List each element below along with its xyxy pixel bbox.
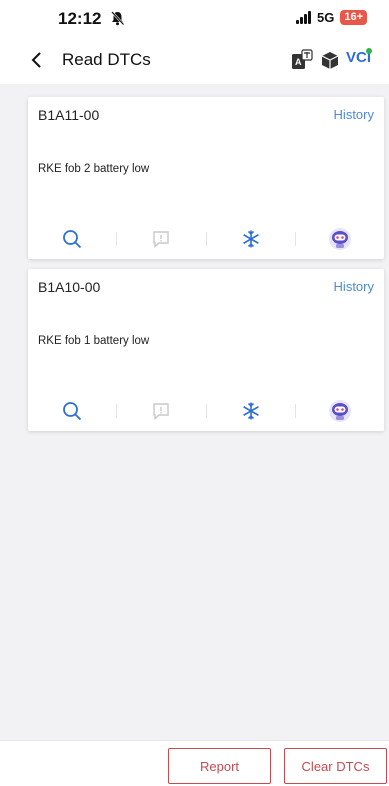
box-icon[interactable] xyxy=(320,50,340,70)
bottom-action-bar: Report Clear DTCs xyxy=(0,740,389,786)
robot-icon xyxy=(328,228,351,250)
history-link[interactable]: History xyxy=(334,279,374,294)
back-icon[interactable] xyxy=(28,51,46,69)
page-title: Read DTCs xyxy=(62,50,151,69)
search-button[interactable] xyxy=(28,219,116,259)
network-type: 5G xyxy=(316,10,335,25)
search-icon xyxy=(63,402,82,421)
search-icon xyxy=(63,230,82,249)
freeze-frame-icon xyxy=(242,230,259,248)
clear-dtcs-button[interactable]: Clear DTCs xyxy=(284,748,387,784)
card-actions xyxy=(28,391,384,431)
svg-text:A: A xyxy=(295,57,302,67)
translate-icon[interactable]: A xyxy=(291,49,313,71)
freeze-frame-icon xyxy=(242,402,259,420)
ai-assistant-button[interactable] xyxy=(296,391,384,431)
status-time: 12:12 xyxy=(58,9,102,28)
app-header: Read DTCs A VCI xyxy=(0,36,389,84)
card-actions xyxy=(28,219,384,259)
ai-assistant-button[interactable] xyxy=(296,219,384,259)
dtc-code: B1A10-00 xyxy=(38,279,101,295)
signal-icon xyxy=(295,11,311,24)
status-bar: 12:12 5G 16+ xyxy=(0,0,389,36)
comment-icon xyxy=(153,231,170,249)
history-link[interactable]: History xyxy=(334,107,374,122)
status-icons: 5G 16+ xyxy=(295,10,367,25)
comment-button[interactable] xyxy=(117,391,205,431)
freeze-frame-button[interactable] xyxy=(207,219,295,259)
bell-muted-icon xyxy=(111,11,125,26)
comment-button[interactable] xyxy=(117,219,205,259)
freeze-frame-button[interactable] xyxy=(207,391,295,431)
search-button[interactable] xyxy=(28,391,116,431)
battery-indicator: 16+ xyxy=(340,10,367,25)
dtc-description: RKE fob 2 battery low xyxy=(38,163,150,175)
dtc-code: B1A11-00 xyxy=(38,107,100,123)
vci-status-dot xyxy=(366,48,372,54)
dtc-description: RKE fob 1 battery low xyxy=(38,335,150,347)
report-button[interactable]: Report xyxy=(168,748,271,784)
dtc-card: B1A10-00 History RKE fob 1 battery low xyxy=(28,269,384,431)
dtc-card: B1A11-00 History RKE fob 2 battery low xyxy=(28,97,384,259)
robot-icon xyxy=(328,400,351,422)
comment-icon xyxy=(153,403,170,421)
